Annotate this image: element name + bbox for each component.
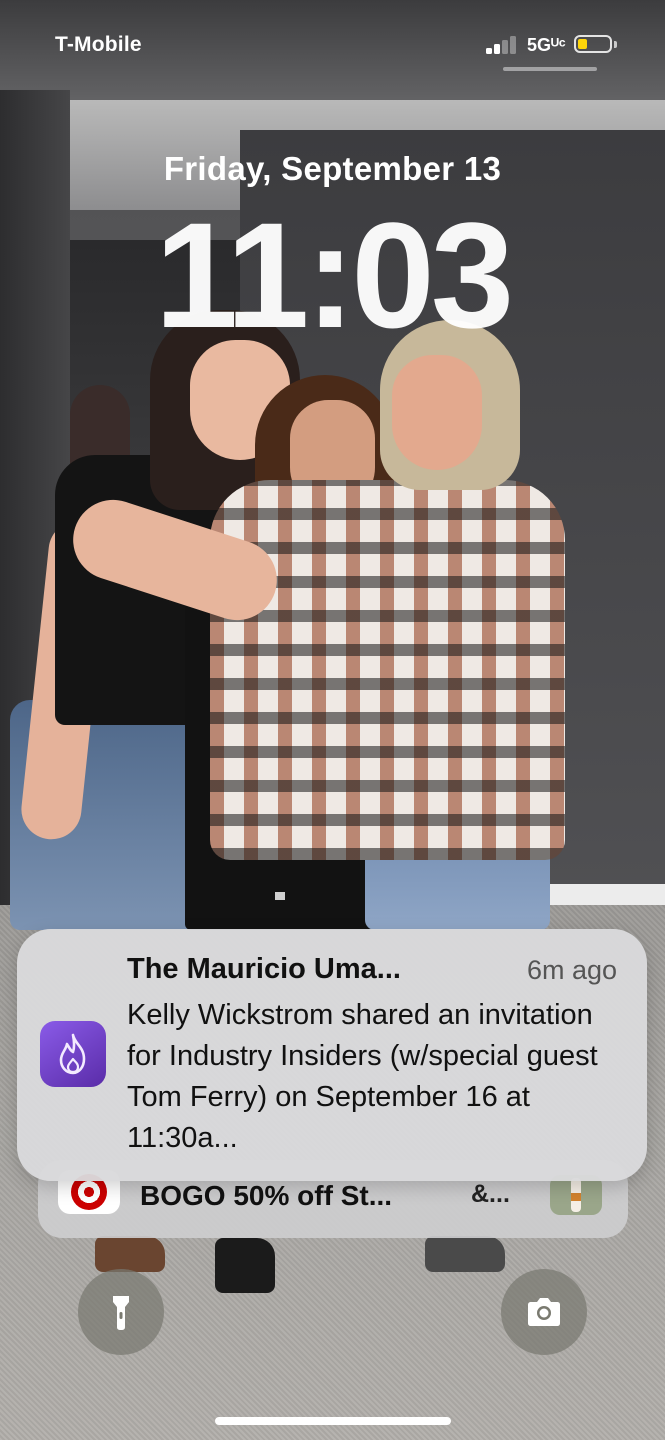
notification-card[interactable]: The Mauricio Uma... 6m ago Kelly Wickstr…: [17, 929, 647, 1181]
battery-tip: [614, 41, 617, 48]
lock-screen-date: Friday, September 13: [163, 150, 502, 187]
stacked-notification-title: BOGO 50% off St...: [140, 1180, 393, 1211]
notification-timestamp: 6m ago: [526, 955, 617, 985]
battery-level-fill: [578, 39, 587, 49]
control-center-indicator[interactable]: [503, 67, 597, 71]
status-bar: T-Mobile 5Gᵁᶜ: [0, 0, 665, 80]
flashlight-button[interactable]: [78, 1269, 164, 1355]
battery-icon: [574, 35, 612, 53]
lock-screen-clock: 11:03: [154, 191, 514, 359]
flashlight-icon: [113, 1296, 129, 1330]
camera-icon: [528, 1298, 560, 1326]
network-type-label: 5Gᵁᶜ: [527, 35, 566, 55]
carrier-label: T-Mobile: [55, 33, 142, 56]
notification-title: The Mauricio Uma...: [127, 953, 401, 985]
home-indicator[interactable]: [215, 1417, 451, 1425]
stacked-notification-more: &...: [471, 1180, 510, 1208]
flame-icon: [40, 1021, 106, 1087]
camera-button[interactable]: [501, 1269, 587, 1355]
notification-body: Kelly Wickstrom shared an invitation for…: [127, 999, 598, 1154]
cellular-signal-icon: [486, 36, 522, 54]
notification-thumbnail: [550, 1175, 602, 1215]
